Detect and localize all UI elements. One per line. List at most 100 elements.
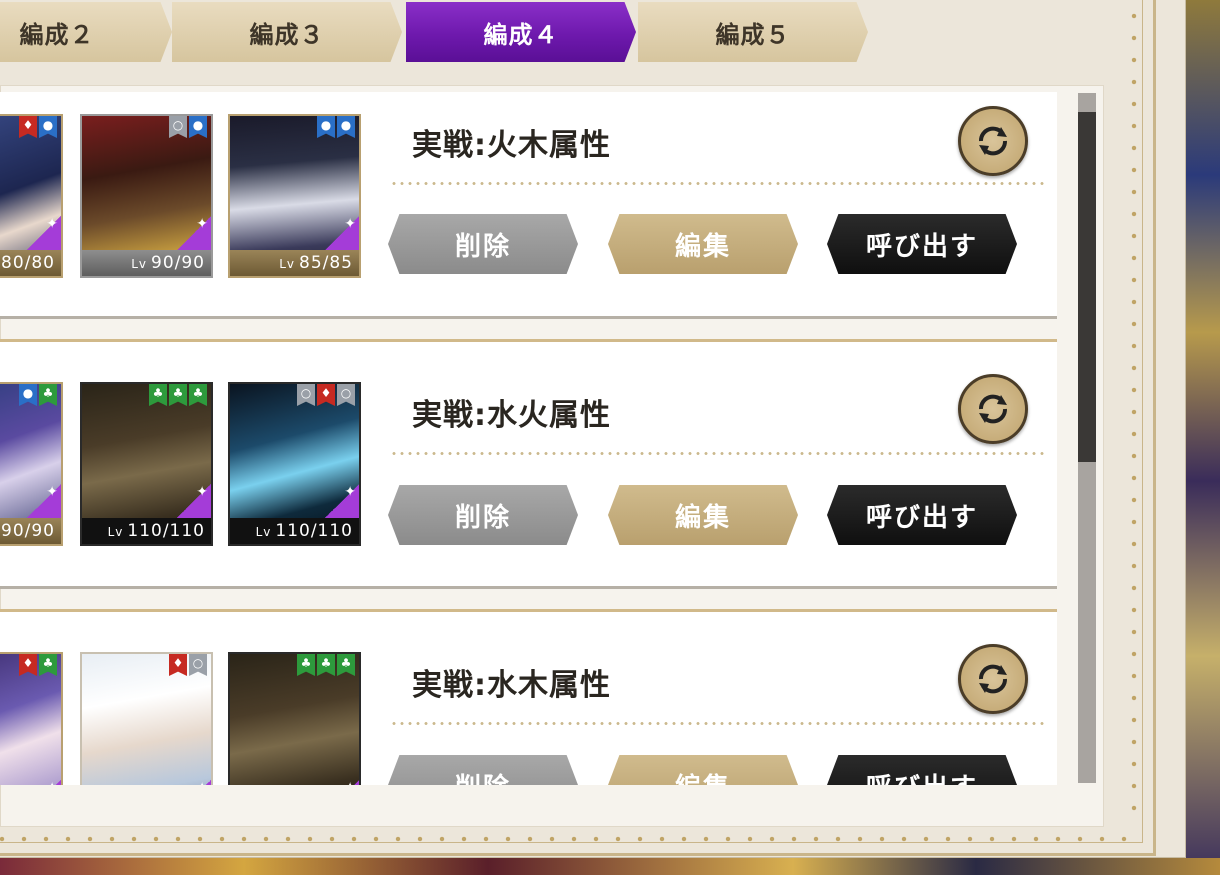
star-icon: ✦: [177, 484, 211, 518]
water-icon: ●: [317, 116, 335, 138]
level-bar: Lv 85/85: [230, 250, 359, 276]
tab-label: 編成２: [19, 20, 95, 49]
wood-icon: ♣: [337, 654, 355, 676]
wood-icon: ♣: [317, 654, 335, 676]
edit-label: 編集: [675, 767, 731, 786]
attribute-badges: ○ ♦ ○: [297, 384, 355, 406]
fire-icon: ♦: [317, 384, 335, 406]
delete-label: 削除: [454, 231, 511, 262]
water-icon: ●: [39, 116, 57, 138]
level-bar: 80/80: [0, 250, 61, 276]
delete-label: 削除: [454, 502, 511, 533]
level-value: 90/90: [151, 253, 205, 273]
tab-label: 編成４: [483, 20, 559, 49]
none-attribute-icon: ○: [189, 654, 207, 676]
level-bar: Lv 110/110: [82, 518, 211, 544]
level-bar: Lv 110/110: [230, 518, 359, 544]
level-label: Lv: [131, 257, 147, 271]
none-attribute-icon: ○: [169, 116, 187, 138]
delete-button[interactable]: 削除: [388, 485, 578, 545]
team-name: 実戦:水火属性: [412, 398, 611, 433]
call-label: 呼び出す: [866, 767, 978, 786]
member-card[interactable]: ○ ♦ ○ ✦ Lv 110/110: [228, 382, 361, 546]
star-icon: ✦: [325, 216, 359, 250]
star-icon: ✦: [325, 484, 359, 518]
wood-icon: ♣: [297, 654, 315, 676]
delete-button[interactable]: 削除: [388, 755, 578, 785]
team-card: ♦ ● ✦ 80/80 ○ ● ✦ Lv 90/90 ● ● ✦ Lv 85/85 …: [0, 92, 1057, 319]
swap-button[interactable]: [958, 644, 1028, 714]
wood-icon: ♣: [169, 384, 187, 406]
member-card[interactable]: ♦ ♣ ✦: [0, 652, 63, 785]
star-icon: ✦: [27, 484, 61, 518]
tab-label: 編成３: [249, 20, 325, 49]
attribute-badges: ● ♣: [19, 384, 57, 406]
member-card[interactable]: ○ ● ✦ Lv 90/90: [80, 114, 213, 278]
team-list[interactable]: ♦ ● ✦ 80/80 ○ ● ✦ Lv 90/90 ● ● ✦ Lv 85/85 …: [0, 92, 1058, 785]
team-name: 実戦:水木属性: [412, 668, 611, 703]
swap-button[interactable]: [958, 374, 1028, 444]
wood-icon: ♣: [39, 384, 57, 406]
member-card[interactable]: ♣ ♣ ♣ ✦: [228, 652, 361, 785]
level-value: 80/80: [1, 253, 55, 273]
wood-icon: ♣: [39, 654, 57, 676]
dotted-divider: [390, 722, 1045, 725]
attribute-badges: ♦ ●: [19, 116, 57, 138]
dotted-divider: [390, 452, 1045, 455]
team-card: ● ♣ ✦ 90/90 ♣ ♣ ♣ ✦ Lv110/110 ○ ♦ ○ ✦ L: [0, 339, 1057, 589]
none-attribute-icon: ○: [297, 384, 315, 406]
background-scenery-bottom: [0, 858, 1220, 875]
member-card[interactable]: ♣ ♣ ♣ ✦ Lv 110/110: [80, 382, 213, 546]
edit-label: 編集: [674, 231, 731, 262]
edit-button[interactable]: 編集: [608, 214, 798, 274]
member-card[interactable]: ● ● ✦ Lv 85/85: [228, 114, 361, 278]
edit-label: 編集: [674, 502, 731, 533]
dotted-divider: [390, 182, 1045, 185]
wood-icon: ♣: [149, 384, 167, 406]
refresh-icon: [978, 394, 1008, 424]
tab-formation-2[interactable]: 編成２: [0, 2, 172, 62]
team-card: ♦ ♣ ✦ ♦ ○ ✦ ♣ ♣ ♣ ✦ 実戦:水木属性: [0, 609, 1057, 785]
attribute-badges: ♦ ♣: [19, 654, 57, 676]
delete-button[interactable]: 削除: [388, 214, 578, 274]
tab-formation-4[interactable]: 編成４: [406, 2, 636, 62]
level-bar: Lv 90/90: [82, 250, 211, 276]
edit-button[interactable]: 編集: [608, 485, 798, 545]
attribute-badges: ● ●: [317, 116, 355, 138]
delete-label: 削除: [455, 767, 511, 786]
background-scenery-right: [1186, 0, 1220, 875]
level-label: Lv: [107, 525, 124, 539]
fire-icon: ♦: [19, 116, 37, 138]
star-icon: ✦: [177, 216, 211, 250]
call-label: 呼び出す: [865, 502, 978, 533]
star-icon: ✦: [27, 780, 61, 785]
tab-formation-5[interactable]: 編成５: [638, 2, 868, 62]
member-card[interactable]: ● ♣ ✦ 90/90: [0, 382, 63, 546]
level-value: 110/110: [127, 521, 205, 541]
attribute-badges: ♦ ○: [169, 654, 207, 676]
member-card[interactable]: ♦ ○ ✦: [80, 652, 213, 785]
water-icon: ●: [337, 116, 355, 138]
call-button[interactable]: 呼び出す: [827, 214, 1017, 274]
member-card[interactable]: ♦ ● ✦ 80/80: [0, 114, 63, 278]
star-icon: ✦: [27, 216, 61, 250]
call-button[interactable]: 呼び出す: [827, 485, 1017, 545]
call-button[interactable]: 呼び出す: [827, 755, 1017, 785]
attribute-badges: ♣ ♣ ♣: [149, 384, 207, 406]
attribute-badges: ♣ ♣ ♣: [297, 654, 355, 676]
wood-icon: ♣: [189, 384, 207, 406]
refresh-icon: [978, 126, 1008, 156]
edit-button[interactable]: 編集: [608, 755, 798, 785]
tab-formation-3[interactable]: 編成３: [172, 2, 402, 62]
star-icon: ✦: [325, 780, 359, 785]
attribute-badges: ○ ●: [169, 116, 207, 138]
star-icon: ✦: [177, 780, 211, 785]
scrollbar-thumb[interactable]: [1078, 112, 1096, 462]
call-label: 呼び出す: [865, 231, 978, 262]
decorative-dots-bottom: [0, 836, 1131, 842]
team-name: 実戦:火木属性: [412, 128, 611, 163]
swap-button[interactable]: [958, 106, 1028, 176]
fire-icon: ♦: [19, 654, 37, 676]
level-label: Lv: [279, 257, 295, 271]
water-icon: ●: [189, 116, 207, 138]
